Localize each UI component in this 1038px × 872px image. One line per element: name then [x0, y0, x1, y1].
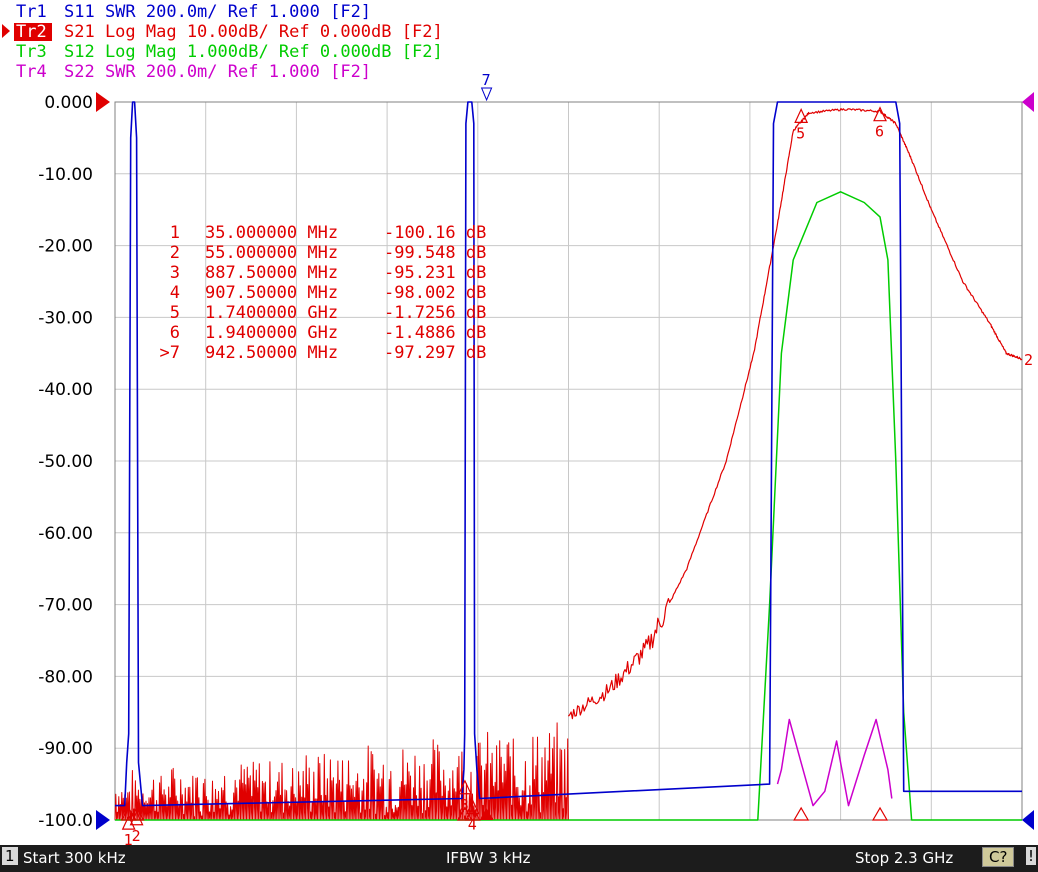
trace-headers: Tr1 S11 SWR 200.0m/ Ref 1.000 [F2] Tr2 S21 … — [2, 2, 443, 82]
ref-arrow-right-top — [1022, 92, 1034, 112]
marker-7-top — [480, 87, 493, 102]
y-tick-label: -40.00 — [38, 380, 93, 400]
marker-table-index: 6 — [170, 323, 180, 343]
active-trace-arrow — [2, 24, 10, 38]
y-tick-label: -90.00 — [38, 739, 93, 759]
vna-chart: Tr1 S11 SWR 200.0m/ Ref 1.000 [F2] Tr2 S21 … — [2, 2, 1034, 845]
marker-table-value: -97.297 dB — [384, 343, 486, 363]
marker-table-index: 2 — [170, 243, 180, 263]
chart-grid — [114, 101, 1023, 821]
marker-table-freq: 35.000000 MHz — [205, 223, 338, 243]
stop-frequency[interactable]: Stop 2.3 GHz — [855, 849, 953, 867]
marker-table-value: -1.4886 dB — [384, 323, 486, 343]
y-axis-ticks: 0.000 -10.00 -20.00 -30.00 -40.00 -50.00 -60.0… — [38, 93, 93, 831]
trace-header-desc: S11 SWR 200.0m/ Ref 1.000 [F2] — [64, 2, 371, 22]
marker-5-stimulus — [793, 806, 810, 821]
trace-header-desc: S22 SWR 200.0m/ Ref 1.000 [F2] — [64, 62, 371, 82]
y-tick-label: -30.00 — [38, 308, 93, 328]
marker-table-index: 4 — [170, 283, 180, 303]
y-tick-label: -50.00 — [38, 452, 93, 472]
trace-end-label: 2 — [1024, 351, 1033, 369]
trace-header-desc: S12 Log Mag 1.000dB/ Ref 0.000dB [F2] — [64, 42, 443, 62]
y-tick-label: -80.00 — [38, 667, 93, 687]
trace-header-desc: S21 Log Mag 10.00dB/ Ref 0.000dB [F2] — [64, 22, 443, 42]
warning-indicator[interactable]: ! — [1026, 847, 1037, 865]
marker-table-freq: 887.50000 MHz — [205, 263, 338, 283]
trace-header-id: Tr3 — [16, 42, 47, 62]
marker-3-triangle — [457, 779, 472, 795]
marker-table-freq: 907.50000 MHz — [205, 283, 338, 303]
marker-table-freq: 1.9400000 GHz — [205, 323, 338, 343]
marker-table-value: -99.548 dB — [384, 243, 486, 263]
y-tick-label: -10.00 — [38, 165, 93, 185]
marker-table-value: -1.7256 dB — [384, 303, 486, 323]
marker-table-value: -98.002 dB — [384, 283, 486, 303]
y-tick-label: -70.00 — [38, 596, 93, 616]
y-tick-label: -20.00 — [38, 237, 93, 257]
marker-table-index: 3 — [170, 263, 180, 283]
status-bar: 1 Start 300 kHz IFBW 3 kHz Stop 2.3 GHz … — [0, 845, 1038, 872]
trace-header-id: Tr1 — [16, 2, 47, 22]
calibration-status[interactable]: C? — [982, 847, 1015, 867]
marker-table-value: -100.16 dB — [384, 223, 486, 243]
trace-header-id: Tr4 — [16, 62, 47, 82]
y-tick-label: -60.00 — [38, 524, 93, 544]
ref-arrow-left-top — [96, 92, 110, 112]
marker-label: 6 — [875, 123, 884, 141]
marker-6-stimulus — [871, 806, 889, 821]
marker-table-freq: 55.000000 MHz — [205, 243, 338, 263]
y-tick-label: 0.000 — [44, 93, 93, 113]
marker-table-value: -95.231 dB — [384, 263, 486, 283]
start-frequency[interactable]: Start 300 kHz — [23, 849, 126, 867]
marker-table-freq: 942.50000 MHz — [205, 343, 338, 363]
marker-table-index: 1 — [170, 223, 180, 243]
trace-tr2 — [567, 107, 1023, 720]
ref-arrow-left-bottom — [96, 810, 110, 830]
marker-table-freq: 1.7400000 GHz — [205, 303, 338, 323]
marker-table-index: 5 — [170, 303, 180, 323]
marker-table: 1 35.000000 MHz -100.16 dB 2 55.000000 MHz -9… — [160, 223, 487, 363]
marker-table-index: >7 — [160, 343, 180, 363]
ref-arrow-right-bottom — [1022, 810, 1034, 830]
y-tick-label: -100.0 — [38, 811, 93, 831]
marker-label: 4 — [468, 816, 477, 834]
marker-label: 5 — [796, 124, 805, 142]
trace-header-id: Tr2 — [16, 22, 47, 42]
marker-label: 7 — [482, 71, 491, 89]
ifbw-setting[interactable]: IFBW 3 kHz — [446, 849, 531, 867]
trace-tr4 — [776, 718, 893, 807]
marker-label: 2 — [132, 827, 141, 845]
channel-indicator[interactable]: 1 — [2, 847, 18, 865]
